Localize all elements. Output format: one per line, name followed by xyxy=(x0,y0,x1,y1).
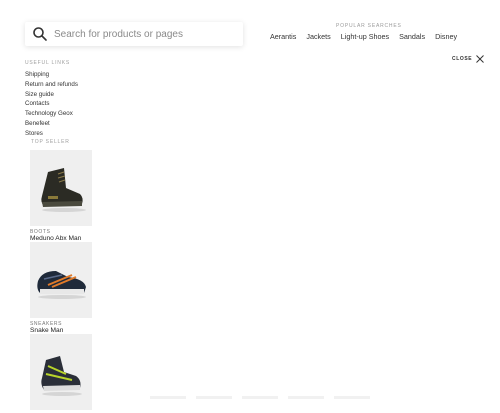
useful-link[interactable]: Technology Geox xyxy=(25,110,78,120)
background-content-hint xyxy=(150,396,370,400)
product-card[interactable] xyxy=(30,334,92,413)
useful-link[interactable]: Shipping xyxy=(25,71,78,81)
useful-link[interactable]: Return and refunds xyxy=(25,81,78,91)
product-image xyxy=(30,242,92,318)
product-card[interactable]: Boots Meduno Abx Man xyxy=(30,150,92,242)
search-input[interactable] xyxy=(54,28,234,40)
product-image xyxy=(30,150,92,226)
product-name: Snake Man xyxy=(30,327,64,334)
popular-search-link[interactable]: Aerantis xyxy=(270,32,296,41)
popular-search-link[interactable]: Disney xyxy=(435,32,457,41)
high-top-sneaker-image xyxy=(41,356,82,396)
search-box[interactable] xyxy=(25,22,243,46)
close-button[interactable]: Close xyxy=(452,55,485,63)
useful-link[interactable]: Contacts xyxy=(25,100,78,110)
search-icon xyxy=(33,27,47,41)
popular-searches-title: Popular searches xyxy=(336,23,402,29)
popular-searches-list: Aerantis Jackets Light-up Shoes Sandals … xyxy=(270,32,457,41)
popular-search-link[interactable]: Light-up Shoes xyxy=(341,32,389,41)
hiking-boot-image xyxy=(41,168,86,212)
product-image xyxy=(30,334,92,410)
close-icon xyxy=(476,55,485,63)
useful-link[interactable]: Size guide xyxy=(25,91,78,101)
product-name: Meduno Abx Man xyxy=(30,235,82,242)
useful-links-list: Shipping Return and refunds Size guide C… xyxy=(25,71,78,140)
popular-search-link[interactable]: Jackets xyxy=(306,32,330,41)
product-card[interactable]: Sneakers Snake Man xyxy=(30,242,92,334)
top-seller-title: Top seller xyxy=(31,139,70,145)
close-label: Close xyxy=(452,56,473,62)
useful-link[interactable]: Benefeet xyxy=(25,120,78,130)
sneaker-image xyxy=(37,271,86,299)
useful-links-title: Useful links xyxy=(25,60,70,66)
popular-search-link[interactable]: Sandals xyxy=(399,32,425,41)
